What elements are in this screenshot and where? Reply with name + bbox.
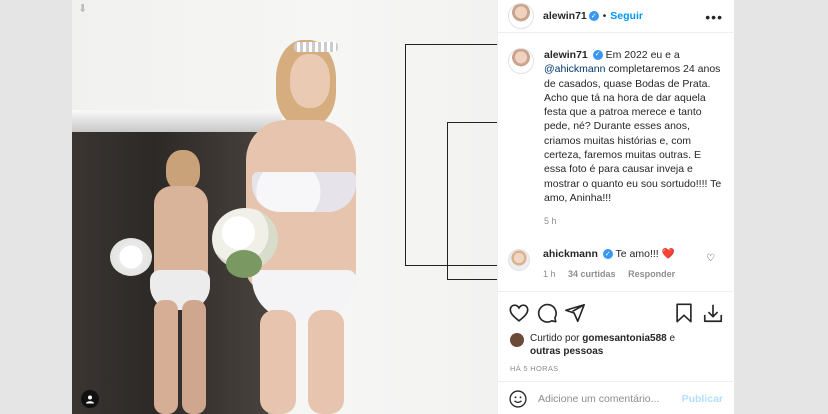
photo-reflection-figure xyxy=(110,150,222,414)
photo-main-figure xyxy=(212,40,382,414)
comment-box: Publicar xyxy=(498,381,735,414)
posted-time[interactable]: HÁ 5 HORAS xyxy=(510,364,558,373)
caption-author-avatar[interactable] xyxy=(508,48,534,74)
verified-badge-icon: ✓ xyxy=(588,11,599,21)
publish-button[interactable]: Publicar xyxy=(682,393,723,405)
photo-line-frame-inner xyxy=(447,122,497,280)
bookmark-icon[interactable] xyxy=(673,302,695,324)
caption: alewin71 ✓ Em 2022 eu e a @ahickmann com… xyxy=(508,48,725,229)
comment-meta: 1 h 34 curtidas Responder xyxy=(543,269,713,279)
emoji-icon[interactable] xyxy=(508,389,528,409)
verified-badge-icon: ✓ xyxy=(592,50,603,61)
comment-username[interactable]: ahickmann xyxy=(543,248,598,260)
share-send-icon[interactable] xyxy=(564,302,586,324)
liked-others[interactable]: outras pessoas xyxy=(530,346,603,357)
post-photo[interactable]: ⬇ xyxy=(72,0,497,414)
liked-and: e xyxy=(669,333,676,344)
comment-reply-button[interactable]: Responder xyxy=(628,269,675,279)
author-username[interactable]: alewin71 xyxy=(543,10,587,22)
comment-item: ahickmann ✓ Te amo!!! ❤️ 1 h 34 curtidas… xyxy=(508,247,725,279)
like-heart-icon[interactable] xyxy=(508,302,530,324)
follow-button[interactable]: Seguir xyxy=(610,10,643,22)
comment-body: ahickmann ✓ Te amo!!! ❤️ 1 h 34 curtidas… xyxy=(543,247,713,279)
comments-scroll-area[interactable]: alewin71 ✓ Em 2022 eu e a @ahickmann com… xyxy=(498,34,735,290)
more-icon[interactable]: ••• xyxy=(705,9,723,25)
comment-text: Te amo!!! ❤️ xyxy=(615,247,675,260)
caption-username[interactable]: alewin71 xyxy=(544,49,588,61)
post-header: alewin71 ✓ • Seguir ••• xyxy=(498,0,735,33)
liked-by-avatar[interactable] xyxy=(510,333,524,347)
action-row xyxy=(508,302,725,324)
post-details-panel: alewin71 ✓ • Seguir ••• alewin71 ✓ Em 20… xyxy=(497,0,735,414)
liked-by: Curtido por gomesantonia588 e outras pes… xyxy=(510,332,675,358)
comment-time[interactable]: 1 h xyxy=(543,269,556,279)
caption-mention-link[interactable]: @ahickmann xyxy=(544,63,605,75)
caption-text: Em 2022 eu e a @ahickmann completaremos … xyxy=(544,49,722,204)
post-actions: Curtido por gomesantonia588 e outras pes… xyxy=(498,291,735,413)
user-tag-icon[interactable] xyxy=(81,390,99,408)
caption-time[interactable]: 5 h xyxy=(544,214,725,228)
liked-prefix: Curtido por xyxy=(530,333,580,344)
comment-like-heart-icon[interactable]: ♡ xyxy=(706,253,715,264)
verified-badge-icon: ✓ xyxy=(602,248,613,259)
liked-user[interactable]: gomesantonia588 xyxy=(582,333,666,344)
comment-input[interactable] xyxy=(538,392,678,405)
comment-likes[interactable]: 34 curtidas xyxy=(568,269,616,279)
comment-bubble-icon[interactable] xyxy=(536,302,558,324)
download-icon[interactable] xyxy=(702,302,724,324)
author-avatar[interactable] xyxy=(508,3,534,29)
caption-body: alewin71 ✓ Em 2022 eu e a @ahickmann com… xyxy=(544,48,725,229)
photo-top-icon: ⬇ xyxy=(78,3,88,15)
comment-avatar[interactable] xyxy=(508,248,530,271)
header-dot-separator: • xyxy=(602,10,607,22)
